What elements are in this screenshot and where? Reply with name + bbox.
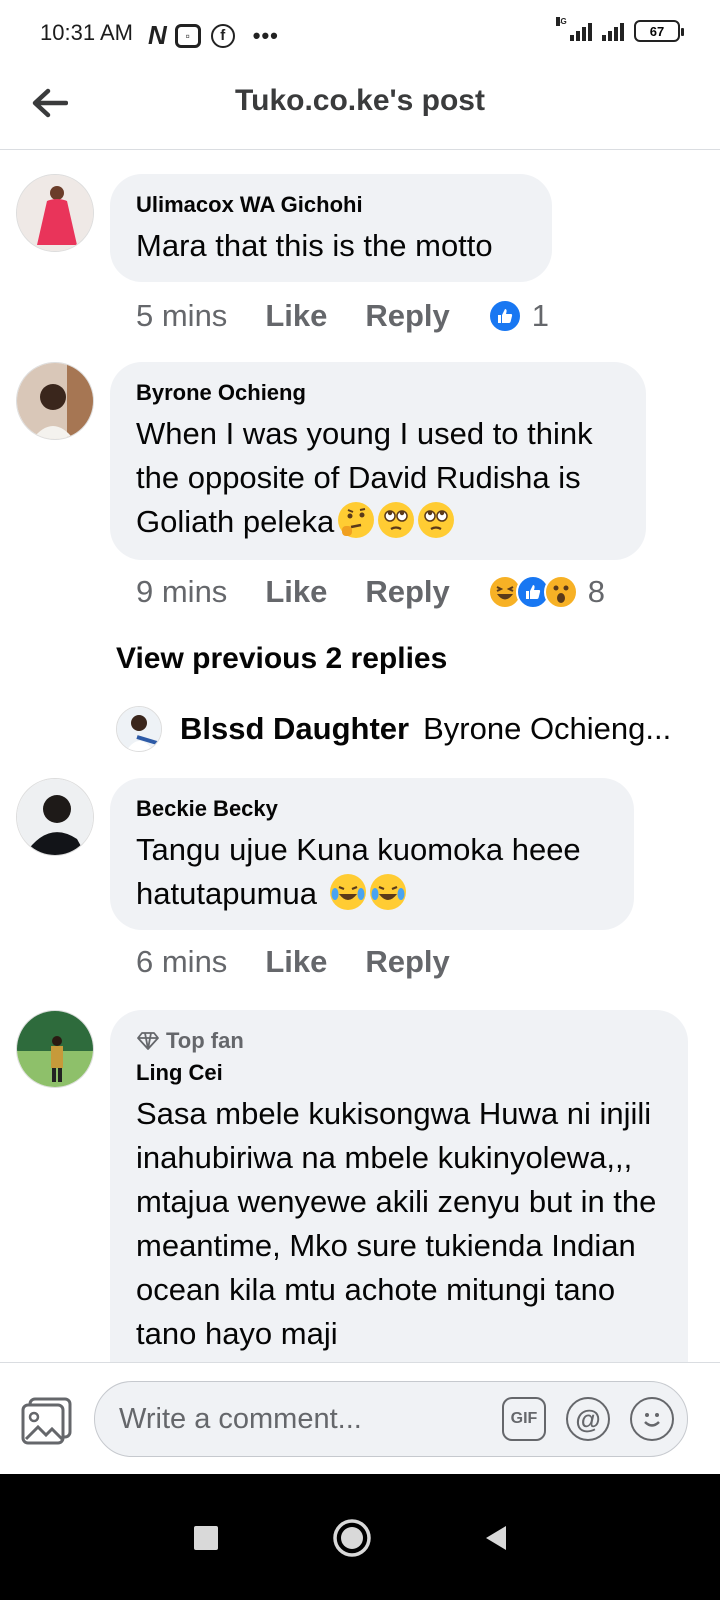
post-header: Tuko.co.ke's post	[0, 66, 720, 150]
screen-record-icon: ▫	[174, 23, 201, 48]
page-title: Tuko.co.ke's post	[235, 84, 485, 117]
latest-reply-preview[interactable]: Blssd Daughter Byrone Ochieng...	[116, 706, 671, 752]
like-button[interactable]: Like	[265, 298, 327, 334]
tears-of-joy-icon	[369, 874, 406, 910]
comment-time: 5 mins	[136, 298, 228, 333]
reply-preview-text: Byrone Ochieng...	[423, 711, 672, 746]
reaction-count: 1	[531, 298, 550, 333]
status-right-icons: 4G 67	[556, 17, 684, 42]
comment-composer: GIF @	[0, 1362, 720, 1474]
comment-time: 9 mins	[136, 574, 228, 609]
status-bar: 10:31 AM N ▫ f ••• 4G 67	[0, 0, 720, 66]
battery-level: 67	[649, 23, 665, 39]
like-button[interactable]: Like	[265, 944, 327, 980]
comment-meta: 5 mins Like Reply 1	[136, 298, 549, 334]
comment-bubble[interactable]: Ulimacox WA Gichohi Mara that this is th…	[110, 174, 552, 282]
status-notification-icons: N ▫ f •••	[148, 20, 279, 51]
reply-button[interactable]: Reply	[365, 574, 449, 610]
comment-meta: 6 mins Like Reply	[136, 944, 488, 980]
comment-author[interactable]: Ling Cei	[136, 1060, 662, 1086]
composer-actions: GIF @	[502, 1397, 674, 1441]
top-fan-badge: Top fan	[136, 1028, 662, 1054]
wow-reaction-icon	[543, 575, 578, 609]
like-button[interactable]: Like	[265, 574, 327, 610]
comment-author[interactable]: Beckie Becky	[136, 796, 608, 822]
signal-icon	[602, 21, 624, 41]
reply-author[interactable]: Blssd Daughter	[180, 711, 409, 747]
reaction-count: 8	[587, 574, 606, 609]
home-icon[interactable]	[324, 1510, 380, 1566]
comment-author[interactable]: Byrone Ochieng	[136, 380, 620, 406]
status-time: 10:31 AM	[40, 20, 133, 45]
comment-meta: 9 mins Like Reply 8	[136, 574, 605, 610]
diamond-icon	[137, 1032, 159, 1050]
recent-apps-icon[interactable]	[178, 1510, 234, 1566]
back-icon[interactable]	[468, 1510, 524, 1566]
avatar[interactable]	[16, 778, 94, 856]
signal-4g-icon: 4G	[556, 17, 592, 41]
avatar[interactable]	[16, 1010, 94, 1088]
eye-roll-face-icon	[378, 502, 415, 538]
gif-icon[interactable]: GIF	[502, 1397, 546, 1441]
comment-text: Sasa mbele kukisongwa Huwa ni injili ina…	[136, 1096, 657, 1351]
top-fan-label: Top fan	[166, 1028, 244, 1053]
more-dots-icon: •••	[252, 22, 279, 48]
photo-icon[interactable]	[20, 1395, 74, 1445]
emoji-icon[interactable]	[630, 1397, 674, 1441]
reactions-summary[interactable]: 1	[487, 298, 550, 334]
avatar[interactable]	[16, 174, 94, 252]
comment-time: 6 mins	[136, 944, 228, 979]
view-previous-replies-link[interactable]: View previous 2 replies	[116, 642, 447, 676]
comment-bubble[interactable]: Byrone Ochieng When I was young I used t…	[110, 362, 646, 560]
like-reaction-icon	[487, 299, 522, 333]
avatar[interactable]	[16, 362, 94, 440]
comment-text: When I was young I used to think the opp…	[136, 412, 620, 544]
comment-text: Mara that this is the motto	[136, 228, 493, 263]
comment-text: Tangu ujue Kuna kuomoka heee hatutapumua	[136, 828, 608, 916]
reactions-summary[interactable]: 8	[487, 574, 606, 610]
eye-roll-face-icon	[418, 502, 455, 538]
facebook-icon: f	[210, 23, 235, 48]
avatar	[116, 706, 162, 752]
tears-of-joy-icon	[329, 874, 366, 910]
network-type-label: 4G	[556, 17, 567, 26]
reply-button[interactable]: Reply	[365, 944, 449, 980]
battery-icon: 67	[634, 20, 684, 42]
comment-bubble[interactable]: Beckie Becky Tangu ujue Kuna kuomoka hee…	[110, 778, 634, 930]
thinking-face-icon	[338, 502, 375, 538]
comment-author[interactable]: Ulimacox WA Gichohi	[136, 192, 526, 218]
system-nav-bar	[0, 1474, 720, 1600]
reply-button[interactable]: Reply	[365, 298, 449, 334]
mention-icon[interactable]: @	[566, 1397, 610, 1441]
news-app-icon: N	[148, 20, 167, 50]
